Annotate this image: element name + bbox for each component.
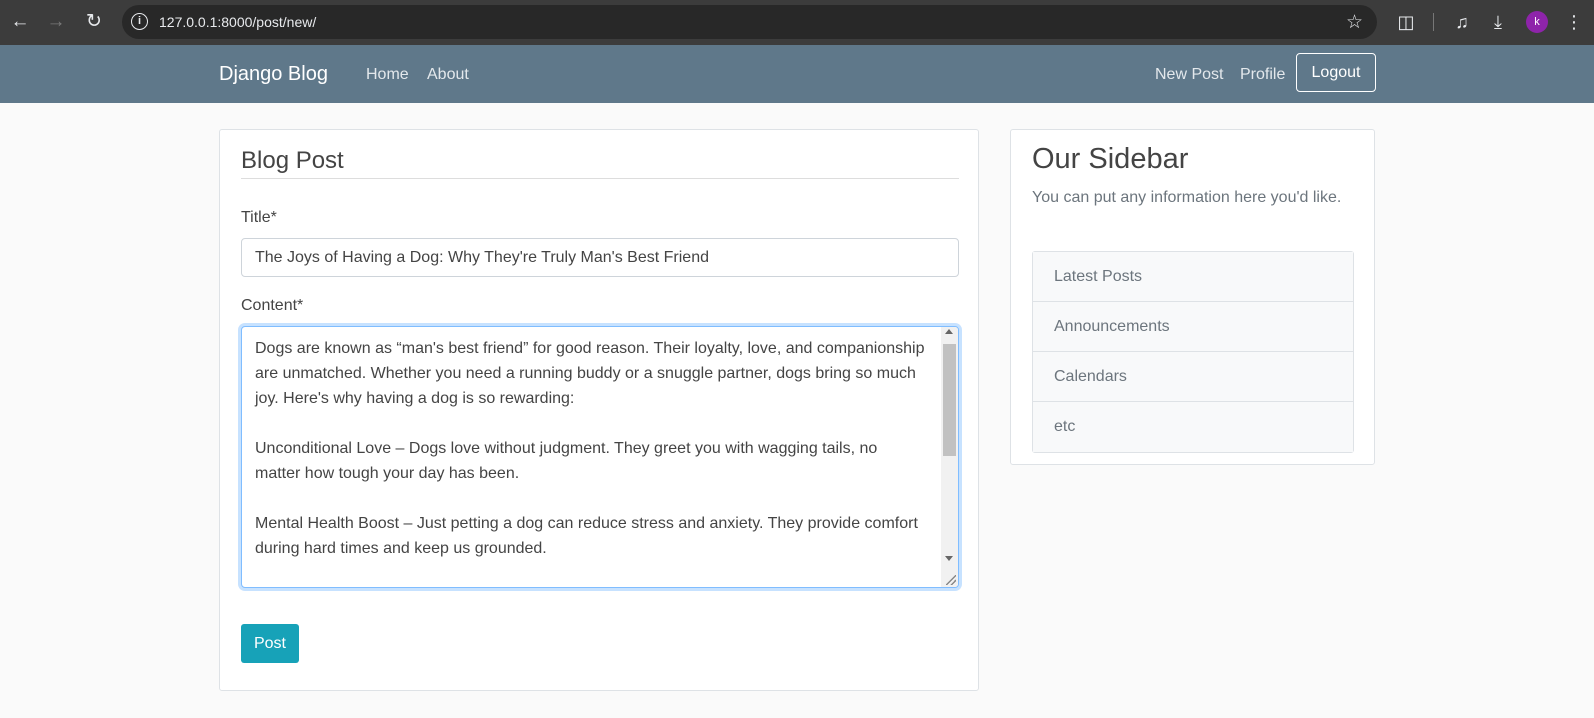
extensions-icon[interactable]: ◫ [1393, 9, 1419, 35]
logout-button[interactable]: Logout [1296, 53, 1376, 92]
sidebar-item-latest-posts[interactable]: Latest Posts [1033, 252, 1353, 302]
scroll-thumb[interactable] [943, 344, 956, 456]
url-text[interactable]: 127.0.0.1:8000/post/new/ [159, 14, 316, 30]
toolbar-divider [1433, 13, 1434, 31]
resize-handle-icon[interactable] [946, 575, 956, 585]
bookmark-star-icon[interactable]: ☆ [1346, 11, 1363, 34]
sidebar-item-calendars[interactable]: Calendars [1033, 352, 1353, 402]
reload-icon[interactable]: ↻ [81, 9, 107, 35]
scroll-down-arrow-icon[interactable] [945, 556, 953, 561]
title-label: Title* [241, 209, 277, 226]
content-textarea[interactable]: Dogs are known as “man's best friend” fo… [241, 326, 959, 588]
sidebar-card: Our Sidebar You can put any information … [1010, 129, 1375, 465]
content-text[interactable]: Dogs are known as “man's best friend” fo… [255, 336, 927, 561]
profile-avatar[interactable]: k [1526, 11, 1548, 33]
download-icon[interactable]: ⤓ [1485, 9, 1511, 35]
site-navbar: Django Blog Home About New Post Profile … [0, 45, 1594, 103]
scroll-up-arrow-icon[interactable] [945, 329, 953, 334]
post-submit-button[interactable]: Post [241, 624, 299, 663]
menu-kebab-icon[interactable]: ⋮ [1561, 9, 1587, 35]
legend-divider [241, 178, 959, 179]
address-bar[interactable]: i 127.0.0.1:8000/post/new/ ☆ [122, 5, 1377, 39]
brand-link[interactable]: Django Blog [219, 63, 328, 86]
sidebar-description: You can put any information here you'd l… [1032, 189, 1342, 206]
sidebar-item-announcements[interactable]: Announcements [1033, 302, 1353, 352]
browser-toolbar: ← → ↻ i 127.0.0.1:8000/post/new/ ☆ ◫ ♫ ⤓… [0, 0, 1594, 45]
nav-new-post-link[interactable]: New Post [1155, 66, 1223, 84]
forward-arrow-icon[interactable]: → [43, 9, 69, 35]
site-info-icon[interactable]: i [131, 13, 148, 30]
textarea-scrollbar[interactable] [941, 327, 958, 587]
content-label: Content* [241, 297, 304, 314]
sidebar-title: Our Sidebar [1032, 143, 1189, 175]
media-controls-icon[interactable]: ♫ [1449, 9, 1475, 35]
sidebar-list: Latest Posts Announcements Calendars etc [1032, 251, 1354, 453]
sidebar-item-etc[interactable]: etc [1033, 402, 1353, 452]
back-arrow-icon[interactable]: ← [7, 9, 33, 35]
form-legend: Blog Post [241, 147, 344, 174]
post-form-card: Blog Post Title* Content* Dogs are known… [219, 129, 979, 691]
nav-home-link[interactable]: Home [366, 66, 409, 84]
nav-profile-link[interactable]: Profile [1240, 66, 1285, 84]
title-input[interactable] [241, 238, 959, 277]
nav-about-link[interactable]: About [427, 66, 469, 84]
